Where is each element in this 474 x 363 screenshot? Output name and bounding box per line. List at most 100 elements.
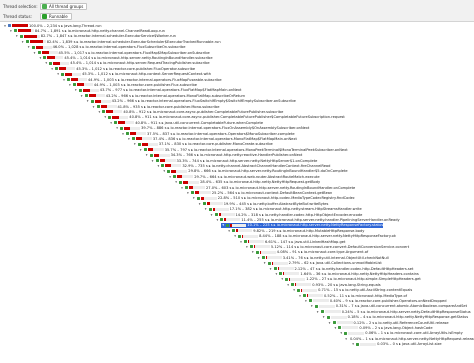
expand-toggle-icon[interactable]: ▾ [27,45,31,49]
expand-toggle-icon[interactable]: ▾ [269,267,273,271]
tree-row[interactable]: ▾ 10.1% – 225 s ▸ io.micronaut.http.serve… [221,222,384,228]
tree-row[interactable]: ▾ 43.2% – 966 s ▸ io.reactor.internal.ope… [80,93,245,98]
expand-toggle-icon[interactable]: ▾ [233,234,237,238]
tree-row[interactable]: ▾ 37.1% – 830 s ▸ io.reactor.core.publish… [133,142,273,147]
expand-toggle-icon[interactable]: ▾ [251,250,255,254]
tree-row[interactable]: ▾ 0.24% – 5 s ▸ io.micronaut.http.server.… [316,309,471,314]
expand-toggle-icon[interactable]: ▾ [74,88,78,92]
expand-toggle-icon[interactable]: ▾ [168,175,172,179]
expand-toggle-icon[interactable]: ▾ [351,342,355,346]
expand-toggle-icon[interactable]: ▾ [339,331,343,335]
expand-toggle-icon[interactable]: ▾ [215,218,219,222]
tree-row[interactable]: ▾ 0.03% – 0 s ▸ java.util.ArrayList.size [351,342,441,347]
expand-toggle-icon[interactable]: ▾ [15,34,19,38]
expand-toggle-icon[interactable]: ▾ [298,294,302,298]
expand-toggle-icon[interactable]: ▾ [68,83,72,87]
expand-toggle-icon[interactable]: ▾ [127,137,131,141]
tree-row[interactable]: ▾ 4.08% – 91 s ▸ io.micronaut.core.type.A… [251,250,368,255]
tree-row[interactable]: ▾ 45.4% – 1,014 s ▸ io.micronaut.http.ser… [44,61,209,66]
expand-toggle-icon[interactable]: ▾ [292,288,296,292]
expand-toggle-icon[interactable]: ▾ [121,132,125,136]
expand-toggle-icon[interactable]: ▾ [257,256,261,260]
expand-toggle-icon[interactable]: ▾ [328,321,332,325]
expand-toggle-icon[interactable]: ▾ [198,202,202,206]
expand-toggle-icon[interactable]: ▾ [227,229,231,233]
expand-toggle-icon[interactable]: ▾ [103,115,107,119]
tree-row[interactable]: ▾ 32.9% – 735 s ▸ io.netty.channel.Abstra… [156,163,331,168]
expand-toggle-icon[interactable]: ▾ [274,272,278,276]
expand-toggle-icon[interactable]: ▾ [316,310,320,314]
tree-row[interactable]: ▾ 28.4% – 635 s ▸ io.micronaut.http.netty… [174,180,320,185]
tree-row[interactable]: ▾ 29.8% – 666 s ▸ io.micronaut.http.serve… [162,169,347,174]
expand-toggle-icon[interactable]: ▾ [286,283,290,287]
expand-toggle-icon[interactable]: ▾ [97,110,101,114]
expand-toggle-icon[interactable]: ▾ [210,213,214,217]
expand-toggle-icon[interactable]: ▾ [156,164,160,168]
tree-row[interactable]: ▾ 8.44% – 188 s ▸ io.micronaut.http.serve… [233,234,396,239]
tree-row[interactable]: ▾ 29.7% – 664 s ▸ io.micronaut.web.router… [168,174,319,179]
tree-row[interactable]: ▾ 82.7% – 1,847 s ▸ io.reactor.internal.s… [15,34,176,39]
expand-toggle-icon[interactable]: ▾ [322,315,326,319]
expand-toggle-icon[interactable]: ▾ [50,67,54,71]
expand-toggle-icon[interactable]: ▾ [56,72,60,76]
expand-toggle-icon[interactable]: ▾ [174,180,178,184]
tree-row[interactable]: ▾ 45.4% – 1,014 s ▸ io.micronaut.http.ser… [38,55,213,60]
tree-row[interactable]: ▾ 6.61% – 147 s ▸ java.util.LinkedHashMap… [239,239,345,244]
expand-toggle-icon[interactable]: ▾ [62,78,66,82]
expand-toggle-icon[interactable]: ▾ [44,61,48,65]
expand-toggle-icon[interactable]: ▾ [345,337,347,341]
tree-row[interactable]: ▾ 5.12% – 114 s ▸ io.micronaut.core.conve… [245,244,409,249]
tree-row[interactable]: ▾ 9.82% – 219 s ▸ io.micronaut.http.Mutab… [227,228,364,233]
tree-row[interactable]: ▾ 33.3% – 744 s ▸ io.micronaut.http.serve… [151,158,318,163]
expand-toggle-icon[interactable]: ▾ [280,277,284,281]
thread-status-dropdown[interactable]: Runnable [40,12,72,20]
expand-toggle-icon[interactable]: ▾ [92,105,96,109]
tree-row[interactable]: ▾ 0.12% – 2 s ▸ io.netty.util.ReferenceCo… [328,320,449,325]
expand-toggle-icon[interactable]: ▾ [151,159,155,163]
expand-toggle-icon[interactable]: ▾ [333,326,337,330]
tree-row[interactable]: ▾ 44.9% – 1,003 s ▸ io.reactor.internal.o… [62,77,222,82]
tree-row[interactable]: ▾ 0.52% – 11 s ▸ io.micronaut.http.MediaT… [298,293,407,298]
tree-row[interactable]: ▾ 14.2% – 318 s ▸ io.netty.handler.codec.… [210,212,363,217]
expand-toggle-icon[interactable]: ▾ [204,207,208,211]
tree-row[interactable]: ▾ 0.31% – 7 s ▸ java.util.concurrent.atom… [310,304,467,309]
tree-row[interactable]: ▾ 37.5% – 837 s ▸ io.reactor.internal.ope… [121,131,294,136]
expand-toggle-icon[interactable]: ▾ [145,153,149,157]
expand-toggle-icon[interactable]: ▾ [221,223,225,227]
tree-row[interactable]: ▾ 43.2% – 966 s ▸ io.reactor.internal.ope… [86,99,296,104]
tree-row[interactable]: ▾ 0.09% – 2 s ▸ java.lang.Object.hashCode [333,325,433,330]
expand-toggle-icon[interactable]: ▾ [86,99,90,103]
expand-toggle-icon[interactable]: ▾ [245,245,249,249]
tree-row[interactable]: ▾ 11.4% – 255 s ▸ io.micronaut.http.serve… [215,217,400,222]
expand-toggle-icon[interactable]: ▾ [239,240,243,244]
expand-toggle-icon[interactable]: ▾ [133,142,137,146]
tree-row[interactable]: ▾ 0.93% – 20 s ▸ java.lang.String.equals [286,282,380,287]
expand-toggle-icon[interactable]: ▾ [139,148,143,152]
tree-row[interactable]: ▾ 34.3% – 766 s ▸ io.micronaut.http.netty… [145,153,303,158]
tree-row[interactable]: ▾ 2.12% – 47 s ▸ io.netty.handler.codec.h… [269,266,414,271]
tree-row[interactable]: ▾ 39.7% – 886 s ▸ io.reactor.internal.ope… [115,126,309,131]
tree-row[interactable]: ▾ 40.8% – 911 s ▸ io.micronaut.core.async… [103,115,344,120]
tree-row[interactable]: ▾ 0.40% – 9 s ▸ io.reactor.core.publisher… [304,298,447,303]
expand-toggle-icon[interactable]: ▾ [80,94,84,98]
thread-selection-dropdown[interactable]: All thread groups [40,2,88,10]
expand-toggle-icon[interactable]: ▾ [310,304,314,308]
tree-row[interactable]: ▾ 2.79% – 62 s ▸ java.util.Collections.un… [263,261,382,266]
expand-toggle-icon[interactable]: ▾ [192,196,196,200]
expand-toggle-icon[interactable]: ▾ [33,51,37,55]
expand-toggle-icon[interactable]: ▾ [263,261,267,265]
expand-toggle-icon[interactable]: ▾ [180,186,184,190]
tree-row[interactable]: ▾ 0.04% – 1 s ▸ io.micronaut.http.server.… [345,336,474,341]
tree-row[interactable]: ▾ 37.4% – 836 s ▸ io.reactor.internal.ope… [127,136,297,141]
tree-row[interactable]: ▾ 1.64% – 36 s ▸ io.micronaut.http.netty.… [274,271,419,276]
tree-row[interactable]: ▾ 19.9% – 445 s ▸ io.netty.buffer.Abstrac… [198,201,329,206]
expand-toggle-icon[interactable]: ▾ [38,56,42,60]
tree-row[interactable]: ▾ 41.8% – 935 s ▸ io.reactor.core.publish… [92,104,220,109]
tree-row[interactable]: ▾ 1.22% – 27 s ▸ io.micronaut.http.simple… [280,277,420,282]
tree-row[interactable]: ▾ 0.06% – 1 s ▸ io.micronaut.core.util.Ar… [339,331,462,336]
tree-row[interactable]: ▾ 40.8% – 912 s ▸ io.micronaut.core.async… [97,109,284,114]
tree-row[interactable]: ▾ 46.0% – 1,028 s ▸ io.reactor.internal.o… [27,45,186,50]
tree-row[interactable]: ▾ 35.7% – 797 s ▸ io.reactor.internal.ope… [139,147,348,152]
expand-toggle-icon[interactable]: ▾ [3,24,7,28]
expand-toggle-icon[interactable]: ▾ [9,29,13,33]
